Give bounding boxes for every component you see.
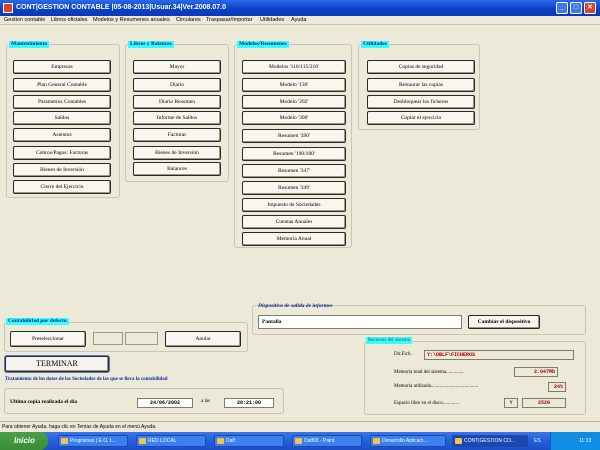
menu-modelos[interactable]: Modelos y Resumenes anuales	[93, 17, 170, 23]
dispositivo-header: Dispositivo de salida de informes	[258, 303, 333, 309]
menu-bar: Gestion contable Libros oficiales Modelo…	[0, 16, 600, 25]
cierre-ejercicio-button[interactable]: Cierre del Ejercicio	[13, 180, 111, 194]
task-paint[interactable]: Dalf03 - Paint	[292, 435, 362, 447]
task-label: Programas | E.O. I...	[70, 438, 116, 444]
espacio-libre-field: 252G	[522, 398, 566, 408]
modelos-110-button[interactable]: Modelos '110/115/216'	[242, 60, 346, 74]
saldos-button[interactable]: Saldos	[13, 111, 111, 125]
task-red-local[interactable]: RED LOCAL	[136, 435, 206, 447]
utilidades-header: Utilidades	[361, 41, 389, 48]
libros-header: Libros y Balances	[128, 41, 174, 48]
menu-ayuda[interactable]: Ayuda	[291, 17, 307, 23]
cambiar-dispositivo-button[interactable]: Cambiar el dispositivo	[468, 315, 540, 329]
resumen-347-button[interactable]: Resumen '347'	[242, 164, 346, 178]
app-icon	[373, 438, 380, 444]
language-indicator[interactable]: ES	[534, 432, 541, 450]
task-dalf[interactable]: Dalf	[214, 435, 284, 447]
close-button[interactable]: ✕	[584, 2, 596, 14]
anular-button[interactable]: Anular	[165, 331, 241, 347]
dirfich-field: Y:\DBLF\FICHEROS	[424, 350, 574, 360]
status-bar: Para obtener Ayuda, haga clic en Temas d…	[0, 421, 600, 432]
memoria-total-label: Memoria total del sistema..............	[394, 370, 464, 375]
plan-general-button[interactable]: Plan General Contable	[13, 78, 111, 92]
folder-icon	[139, 438, 146, 444]
copias-seguridad-button[interactable]: Copias de seguridad	[367, 60, 475, 74]
title-bar: CONT|GESTION CONTABLE |05-08-2013|Usuar.…	[0, 0, 600, 16]
start-label: Inicio	[14, 436, 35, 445]
espacio-libre-label: Espacio libre en el disco.............	[394, 401, 460, 406]
task-label: Dalf	[226, 438, 235, 444]
contabilidad-code-field[interactable]	[93, 332, 123, 345]
tratamiento-text: Tratamiento de los datos de las Sociedad…	[5, 377, 168, 382]
menu-utilidades[interactable]: Utilidades	[260, 17, 284, 23]
modelo-202-button[interactable]: Modelo '202'	[242, 95, 346, 109]
mantenimiento-header: Mantenimiento	[9, 41, 50, 48]
bienes-inversion-libros-button[interactable]: Bienes de Inversión	[133, 146, 221, 160]
window-title: CONT|GESTION CONTABLE |05-08-2013|Usuar.…	[16, 4, 227, 11]
diario-resumen-button[interactable]: Diario Resumen	[133, 95, 221, 109]
maximize-button[interactable]: □	[570, 2, 582, 14]
menu-libros-oficiales[interactable]: Libros oficiales	[51, 17, 87, 23]
task-desarrollo[interactable]: Desarrollo Aplicaci...	[370, 435, 446, 447]
copia-time-field: 20:21:00	[224, 398, 274, 408]
start-button[interactable]: Inicio	[0, 432, 48, 450]
task-label: Dalf03 - Paint	[304, 438, 335, 444]
resumen-349-button[interactable]: Resumen '349'	[242, 181, 346, 195]
resumen-190-button[interactable]: Resumen '190/180'	[242, 147, 346, 161]
dirfich-label: Dir.Fich.	[394, 352, 412, 357]
copia-date-field: 24/06/2002	[137, 398, 193, 408]
preseleccionar-button[interactable]: Preseleccionar	[10, 331, 86, 347]
menu-traspasar[interactable]: Traspasar/Importar	[206, 17, 253, 23]
copiar-ejercicio-button[interactable]: Copiar el ejercicio	[367, 111, 475, 125]
cobros-pagos-button[interactable]: Cobros/Pagos: Facturas	[13, 146, 111, 160]
dispositivo-field: Pantalla	[258, 315, 462, 329]
modelos-header: Modelos/Resumenes	[237, 41, 289, 48]
restaurar-copias-button[interactable]: Restaurar las copias	[367, 78, 475, 92]
modelo-130-button[interactable]: Modelo '130'	[242, 78, 346, 92]
cuentas-anuales-button[interactable]: Cuentas Anuales	[242, 215, 346, 229]
bienes-inversion-button[interactable]: Bienes de Inversión	[13, 163, 111, 177]
a-las-label: a las	[201, 399, 211, 404]
memoria-utilizada-label: Memoria utilizada.......................…	[394, 384, 479, 389]
task-label: Desarrollo Aplicaci...	[382, 438, 428, 444]
system-tray: 11:13	[550, 432, 600, 450]
menu-gestion-contable[interactable]: Gestion contable	[4, 17, 45, 23]
contabilidad-name-field[interactable]	[125, 332, 158, 345]
folder-icon	[61, 438, 68, 444]
paint-icon	[295, 438, 302, 444]
memoria-total-field: 2.047Mb	[514, 367, 558, 377]
resumen-390-button[interactable]: Resumen '390'	[242, 129, 346, 143]
asientos-button[interactable]: Asientos	[13, 128, 111, 142]
ultima-copia-label: Ultima copia realizada el dia	[10, 399, 78, 405]
diario-button[interactable]: Diario	[133, 78, 221, 92]
clock: 11:13	[579, 438, 592, 444]
memoria-anual-button[interactable]: Memoria Anual	[242, 232, 346, 246]
empresas-button[interactable]: Empresas	[13, 60, 111, 74]
task-label: CONT|GESTION CO...	[464, 438, 516, 444]
terminar-button[interactable]: TERMINAR	[5, 356, 109, 372]
menu-circulares[interactable]: Circulares	[176, 17, 201, 23]
informe-saldos-button[interactable]: Informe de Saldos	[133, 111, 221, 125]
app-icon	[3, 3, 13, 13]
folder-icon	[217, 438, 224, 444]
facturar-button[interactable]: Facturar	[133, 128, 221, 142]
task-cont[interactable]: CONT|GESTION CO...	[452, 435, 528, 447]
app-icon	[455, 438, 462, 444]
unidad-field: Y	[504, 398, 518, 408]
task-label: RED LOCAL	[148, 438, 177, 444]
contabilidad-header: Contabilidad por defecto	[6, 318, 69, 325]
minimize-button[interactable]: _	[556, 2, 568, 14]
modelo-300-button[interactable]: Modelo '300'	[242, 111, 346, 125]
recursos-header: Recursos del sistema	[366, 337, 412, 344]
impuesto-sociedades-button[interactable]: Impuesto de Sociedades	[242, 198, 346, 212]
taskbar: Inicio Programas | E.O. I... RED LOCAL D…	[0, 432, 600, 450]
balances-button[interactable]: Balances	[133, 162, 221, 176]
task-programas[interactable]: Programas | E.O. I...	[58, 435, 128, 447]
desbloquear-ficheros-button[interactable]: Desbloquear los ficheros	[367, 95, 475, 109]
mayor-button[interactable]: Mayor	[133, 60, 221, 74]
parametros-button[interactable]: Parametros Contables	[13, 95, 111, 109]
memoria-utilizada-field: 24%	[548, 382, 566, 392]
